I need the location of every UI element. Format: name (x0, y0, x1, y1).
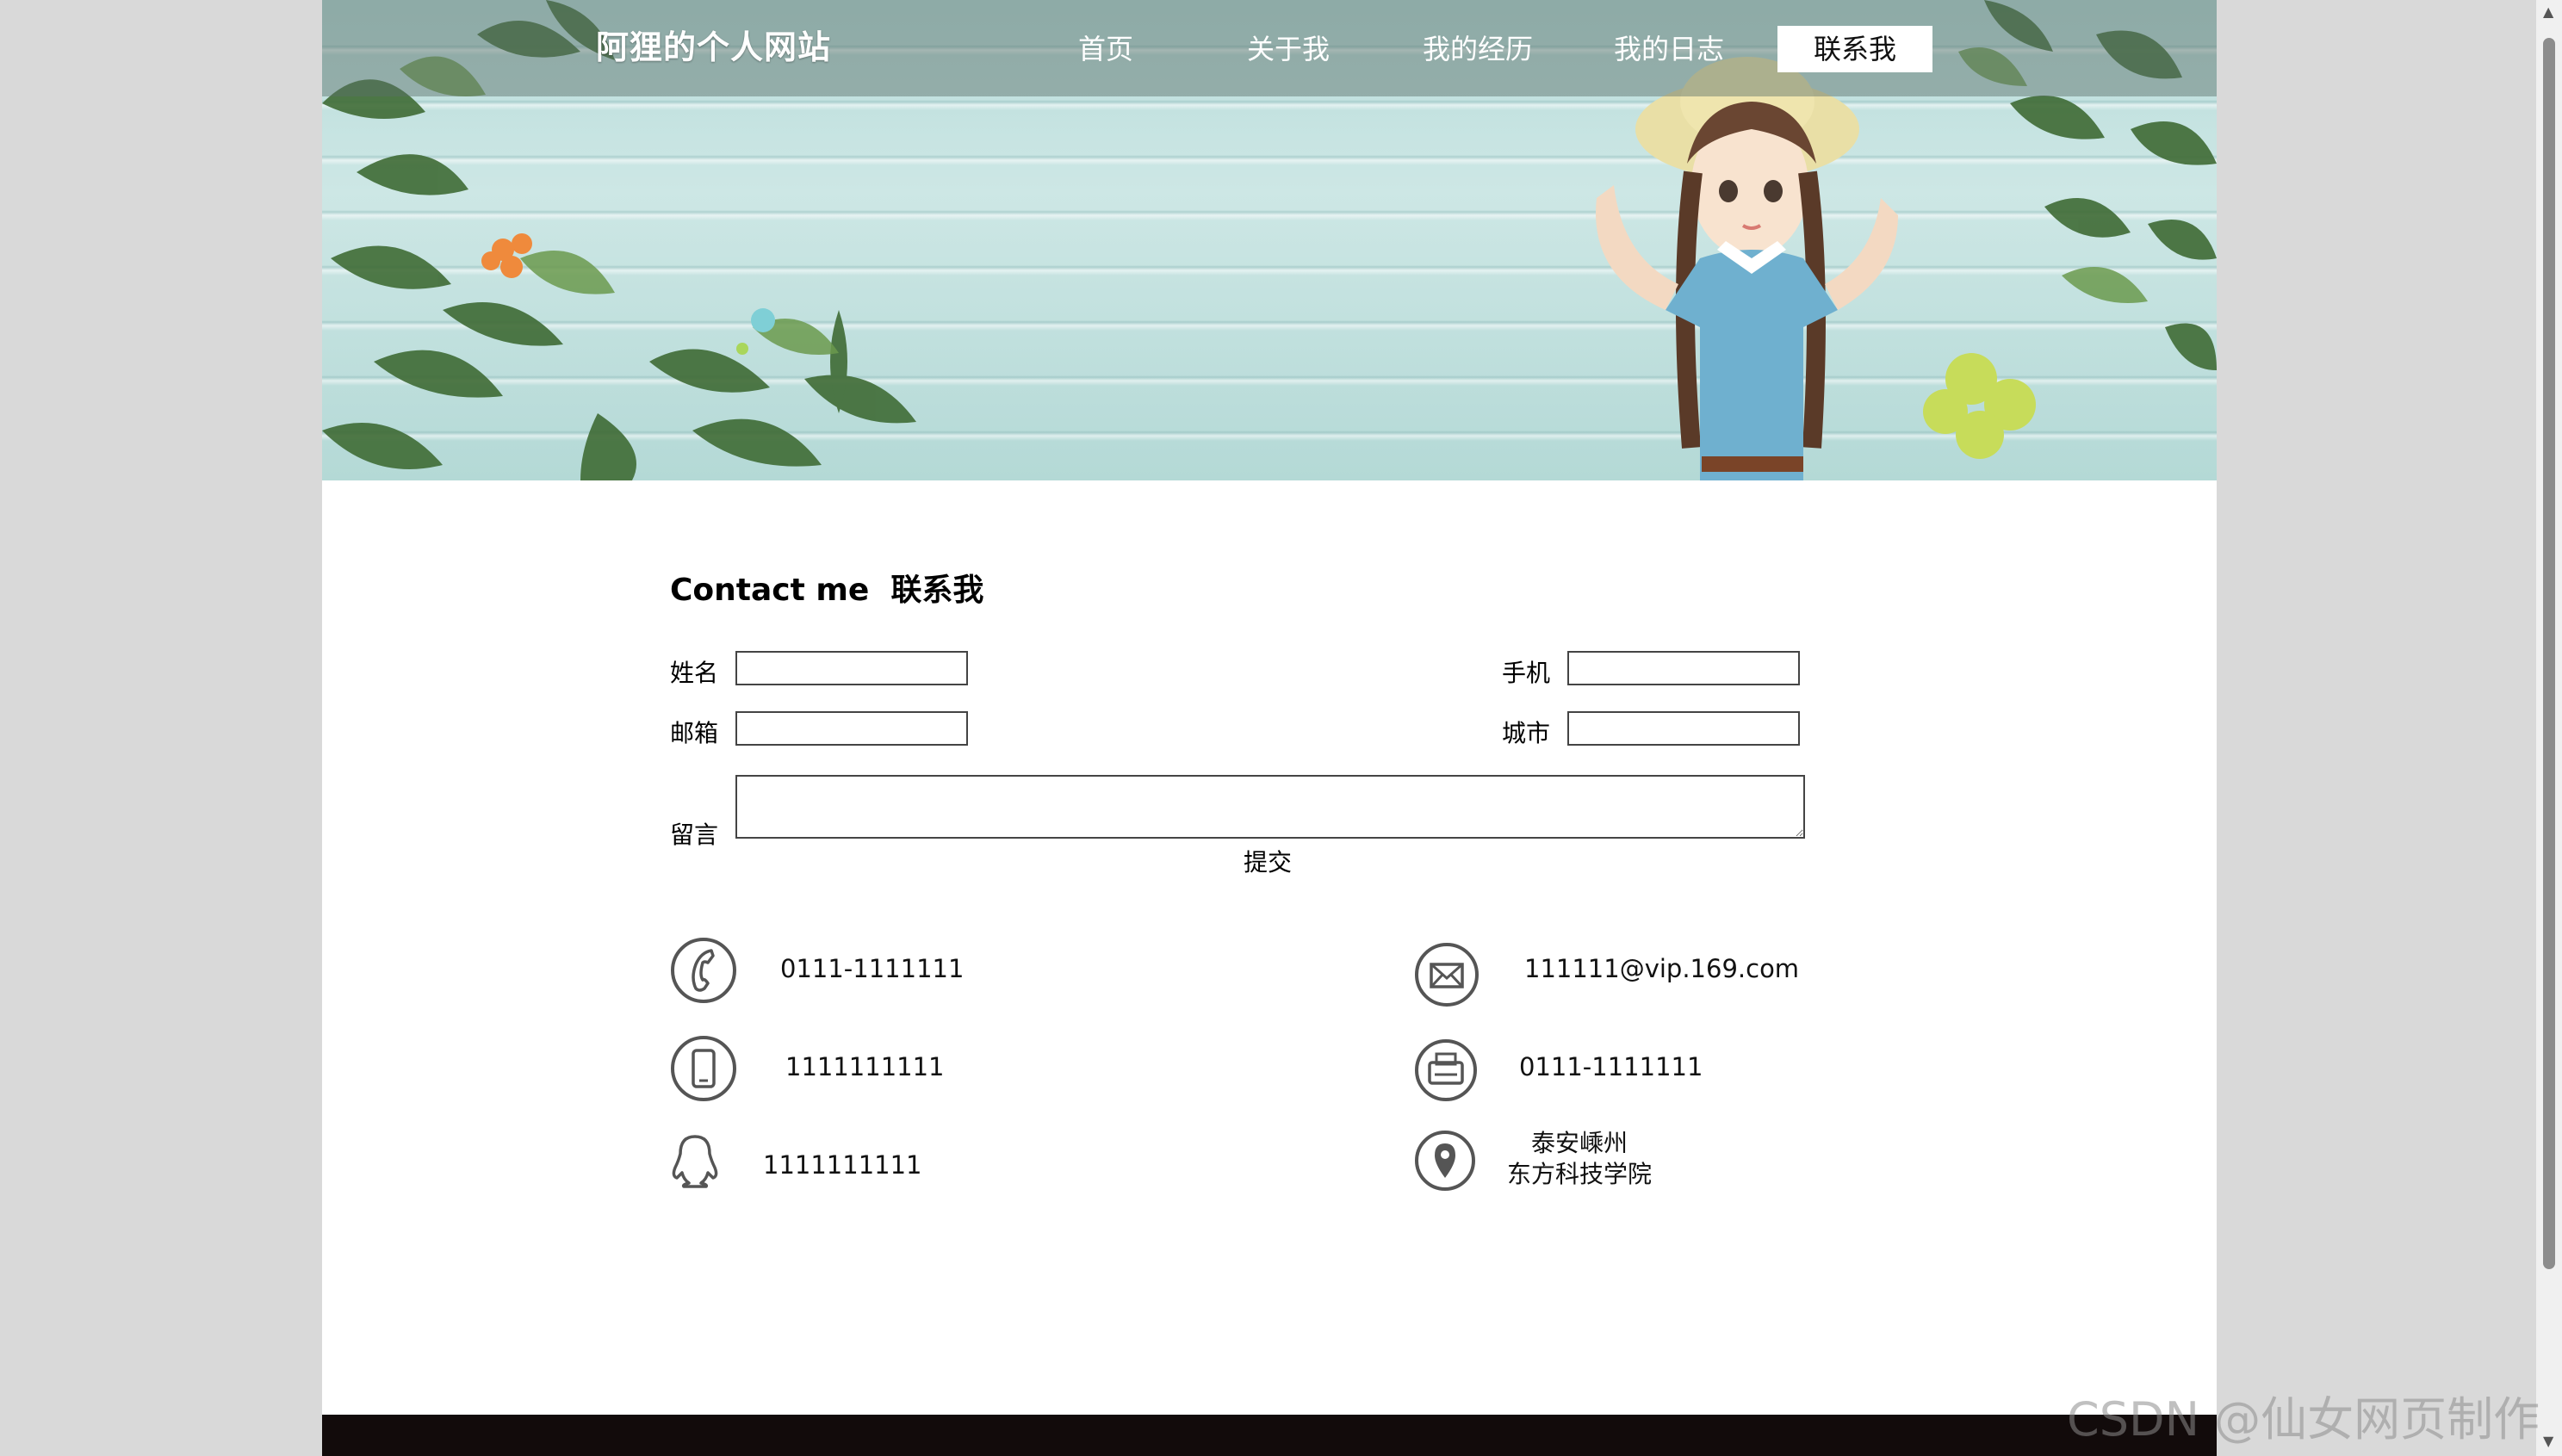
city-input[interactable] (1567, 711, 1800, 746)
submit-button[interactable]: 提交 (1244, 844, 1292, 878)
name-input[interactable] (735, 651, 968, 685)
email-label: 邮箱 (670, 719, 719, 747)
site-logo[interactable]: 阿狸的个人网站 (596, 21, 831, 68)
scroll-up-icon[interactable]: ▲ (2543, 5, 2553, 19)
vertical-scrollbar[interactable]: ▲ ▼ (2536, 0, 2562, 1456)
page: 阿狸的个人网站 首页 关于我 我的经历 我的日志 联系我 Contact me … (322, 0, 2217, 1456)
nav-item-about[interactable]: 关于我 (1233, 26, 1343, 72)
message-textarea[interactable] (735, 775, 1805, 839)
nav-item-contact[interactable]: 联系我 (1777, 26, 1932, 72)
mobile-phone-icon (671, 1036, 736, 1101)
address-line-2: 东方科技学院 (1506, 1160, 1652, 1188)
hero-banner: 阿狸的个人网站 首页 关于我 我的经历 我的日志 联系我 (322, 0, 2217, 480)
email-address[interactable]: 111111@vip.169.com (1524, 954, 1799, 983)
address: 泰安嵊州 东方科技学院 (1493, 1128, 1666, 1190)
qq-penguin-icon (672, 1135, 718, 1188)
mobile-number: 1111111111 (785, 1052, 945, 1081)
phone-input[interactable] (1567, 651, 1800, 685)
telephone-number: 0111-1111111 (780, 954, 965, 983)
location-pin-icon (1415, 1131, 1475, 1191)
phone-label: 手机 (1502, 659, 1551, 687)
nav-item-experience[interactable]: 我的经历 (1409, 26, 1547, 72)
fax-icon (1415, 1039, 1477, 1101)
nav-item-journal[interactable]: 我的日志 (1600, 26, 1738, 72)
scroll-down-icon[interactable]: ▼ (2543, 1434, 2553, 1448)
nav-item-home[interactable]: 首页 (1052, 26, 1159, 72)
telephone-icon (671, 938, 736, 1003)
name-label: 姓名 (670, 659, 719, 687)
address-line-1: 泰安嵊州 (1530, 1129, 1628, 1157)
city-label: 城市 (1502, 719, 1551, 747)
mail-icon (1415, 943, 1479, 1007)
qq-number: 1111111111 (763, 1150, 922, 1180)
watermark: CSDN @仙女网页制作 (2067, 1392, 2540, 1447)
fax-number: 0111-1111111 (1519, 1052, 1703, 1081)
contact-section-title: Contact me 联系我 (670, 573, 984, 608)
email-input[interactable] (735, 711, 968, 746)
footer (322, 1415, 2217, 1456)
scroll-thumb[interactable] (2543, 38, 2555, 1269)
message-label: 留言 (670, 821, 719, 849)
